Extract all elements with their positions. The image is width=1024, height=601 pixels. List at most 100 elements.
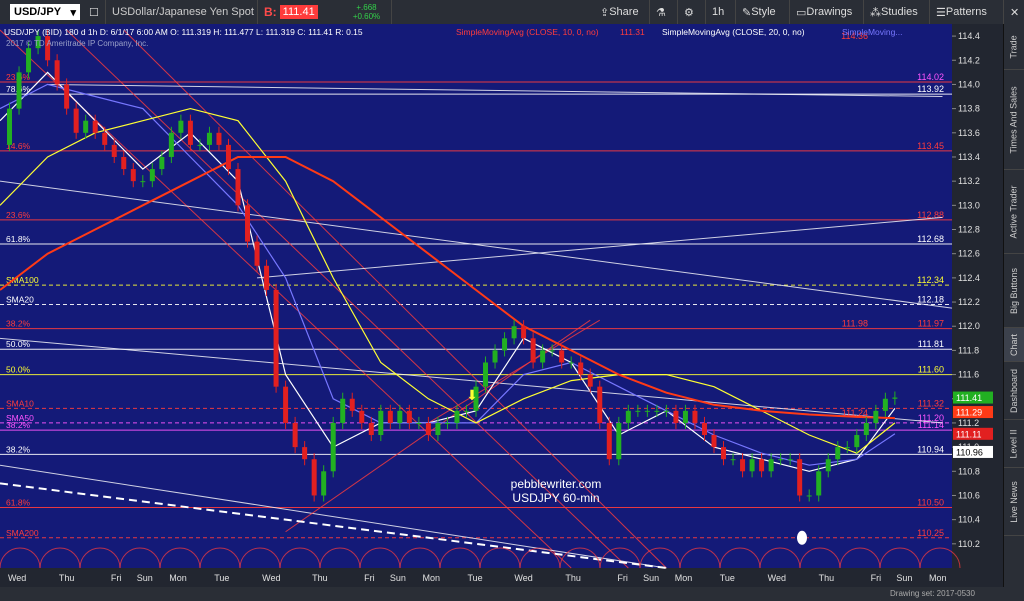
x-tick-label: Sun [137, 573, 153, 583]
gear-button[interactable]: ⚙ [678, 0, 706, 24]
x-tick-label: Thu [312, 573, 328, 583]
x-tick-label: Sun [896, 573, 912, 583]
candle-body [130, 169, 136, 182]
tab-dashboard[interactable]: Dashboard [1004, 362, 1024, 420]
patterns-button[interactable]: ☰ Patterns [930, 0, 1004, 24]
axis-tag-value: 111.41 [956, 393, 982, 403]
candle-body [711, 435, 717, 448]
level-value: 110.25 [917, 528, 944, 538]
symbol-description: USDollar/Japanese Yen Spot [106, 0, 258, 24]
candle-body [797, 459, 803, 496]
candle-body [502, 338, 508, 351]
change-display: +.668 +0.60% [342, 0, 392, 24]
timeframe-button[interactable]: 1h [706, 0, 736, 24]
chevron-down-icon: ▾ [70, 6, 76, 19]
price-chart[interactable]: 23.6%114.0278.6%113.9214.6%113.4523.6%11… [0, 24, 1004, 587]
candle-body [178, 120, 184, 133]
candle-body [321, 471, 327, 496]
candle-body [673, 410, 679, 423]
style-button[interactable]: ✎ Style [736, 0, 790, 24]
symbol-selector[interactable]: USD/JPY ▾ [0, 0, 86, 24]
candle-body [606, 422, 612, 460]
candle-body [435, 422, 441, 436]
marker-ellipse [797, 530, 807, 545]
candle-body [73, 108, 79, 133]
tab-active-trader[interactable]: Active Trader [1004, 170, 1024, 254]
x-tick-label: Tue [467, 573, 482, 583]
drawings-button[interactable]: ▭ Drawings [790, 0, 864, 24]
level-value: 110.50 [917, 498, 944, 508]
watermark-line-2: USDJPY 60-min [512, 491, 599, 505]
level-value: 112.34 [917, 275, 944, 285]
candle-body [121, 156, 127, 170]
status-text: Drawing set: 2017-0530 [890, 589, 975, 598]
y-tick-label: 110.6 [958, 490, 980, 500]
level-label: 50.0% [6, 365, 31, 375]
level-value: 111.97 [918, 319, 944, 329]
studies-button[interactable]: ⁂ Studies [864, 0, 930, 24]
sma-study-1: SimpleMovingAvg (CLOSE, 10, 0, no) [456, 27, 599, 37]
tab-big-buttons[interactable]: Big Buttons [1004, 254, 1024, 328]
x-tick-label: Fri [871, 573, 882, 583]
candle-body [587, 374, 593, 387]
close-icon[interactable]: ✕ [1004, 0, 1024, 24]
sma-study-2-value: SimpleMoving... [842, 27, 902, 37]
tab-chart[interactable]: Chart [1004, 328, 1024, 362]
x-tick-label: Fri [364, 573, 375, 583]
link-icon[interactable]: ☐ [86, 0, 106, 24]
x-tick-label: Thu [565, 573, 581, 583]
candle-body [425, 422, 431, 436]
candle-body [16, 72, 22, 109]
y-tick-label: 114.2 [958, 55, 980, 65]
tab-level-ii[interactable]: Level II [1004, 420, 1024, 468]
candle-body [559, 350, 565, 363]
y-tick-label: 110.8 [958, 466, 980, 476]
candle-body [521, 326, 527, 339]
candle-body [844, 447, 850, 449]
candle-body [463, 410, 469, 412]
level-label: SMA100 [6, 275, 39, 285]
x-tick-label: Fri [111, 573, 122, 583]
drawings-icon: ▭ [796, 6, 807, 19]
level-value: 111.60 [918, 365, 944, 375]
flask-button[interactable]: ⚗ [650, 0, 678, 24]
candle-body [330, 422, 336, 472]
tab-times-and-sales[interactable]: Times And Sales [1004, 70, 1024, 170]
candle-body [187, 120, 193, 145]
candle-body [406, 410, 412, 423]
level-value: 114.02 [917, 72, 944, 82]
candle-body [759, 459, 765, 472]
candle-body [825, 459, 831, 472]
y-tick-label: 110.2 [958, 539, 980, 549]
y-tick-label: 113.8 [958, 104, 980, 114]
candle-body [92, 120, 98, 133]
candle-body [806, 495, 812, 497]
candle-body [197, 144, 203, 146]
studies-icon: ⁂ [870, 6, 881, 19]
x-tick-label: Wed [262, 573, 280, 583]
y-tick-label: 111.2 [958, 418, 979, 428]
plot-background [0, 24, 952, 568]
candle-body [768, 459, 774, 472]
tab-live-news[interactable]: Live News [1004, 468, 1024, 536]
flask-icon: ⚗ [656, 6, 666, 19]
level-label: 61.8% [6, 498, 31, 508]
x-tick-label: Tue [214, 573, 229, 583]
level-value: 111.32 [918, 398, 944, 408]
copyright: 2017 © TD Ameritrade IP Company, Inc. [6, 39, 148, 48]
candle-body [245, 205, 251, 242]
share-button[interactable]: ⇪ Share [594, 0, 650, 24]
candle-body [111, 144, 117, 157]
axis-tag-value: 110.96 [956, 447, 983, 457]
candle-body [264, 265, 270, 290]
candle-body [854, 435, 860, 448]
y-tick-label: 111.6 [958, 370, 979, 380]
candle-body [254, 241, 260, 266]
y-tick-label: 113.0 [958, 200, 980, 210]
tab-trade[interactable]: Trade [1004, 24, 1024, 70]
candle-body [873, 410, 879, 423]
x-tick-label: Tue [720, 573, 735, 583]
candle-body [54, 60, 60, 85]
candle-body [787, 459, 793, 461]
